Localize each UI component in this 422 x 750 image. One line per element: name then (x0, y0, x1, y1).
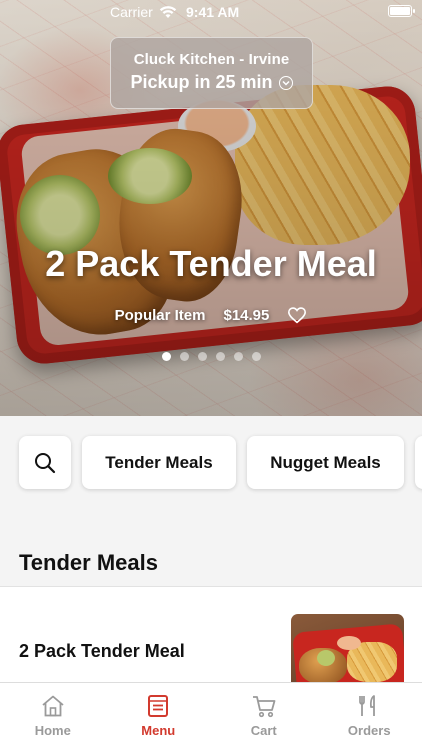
tab-orders[interactable]: Orders (317, 683, 422, 750)
category-chip-nugget-meals[interactable]: Nugget Meals (247, 436, 404, 489)
carrier-label: Carrier (110, 4, 153, 20)
search-icon (35, 452, 56, 473)
category-bar[interactable]: Tender Meals Nugget Meals (0, 416, 422, 546)
chevron-down-icon (278, 75, 293, 90)
carousel-indicator[interactable] (0, 352, 422, 361)
tab-orders-label: Orders (347, 723, 391, 738)
tab-bar[interactable]: Home Menu Cart Orders (0, 682, 422, 750)
orders-icon (359, 695, 376, 716)
pickup-label: Pickup in 25 min (130, 72, 273, 92)
menu-icon (148, 695, 169, 717)
carousel-dot[interactable] (215, 352, 225, 361)
menu-item-name: 2 Pack Tender Meal (19, 641, 185, 661)
hero-meta: Popular Item $14.95 (0, 306, 422, 324)
location-selector[interactable]: Cluck Kitchen - Irvine Pickup in 25 min (110, 37, 313, 109)
tab-home-label: Home (34, 723, 71, 738)
tab-cart-label: Cart (250, 723, 277, 738)
tab-cart[interactable]: Cart (211, 683, 317, 750)
carousel-dot[interactable] (161, 352, 171, 361)
hero-title: 2 Pack Tender Meal (45, 243, 377, 284)
battery-icon (388, 5, 415, 17)
location-name: Cluck Kitchen - Irvine (133, 51, 290, 68)
home-icon (42, 695, 64, 717)
tab-menu-label: Menu (141, 723, 176, 738)
carousel-dot[interactable] (233, 352, 243, 361)
hero-tag: Popular Item (114, 306, 206, 324)
status-time: 9:41 AM (186, 4, 240, 20)
wifi-icon (159, 5, 176, 18)
favorite-heart-icon[interactable] (287, 306, 307, 324)
carousel-dot[interactable] (197, 352, 207, 361)
section-title: Tender Meals (19, 550, 158, 575)
carousel-dot[interactable] (251, 352, 261, 361)
search-button[interactable] (19, 436, 71, 489)
cart-icon (252, 696, 276, 718)
tab-home[interactable]: Home (0, 683, 106, 750)
category-chip-more[interactable] (415, 436, 422, 489)
tab-menu[interactable]: Menu (106, 683, 212, 750)
hero-price: $14.95 (223, 306, 270, 324)
menu-item-card[interactable]: 2 Pack Tender Meal (0, 587, 422, 697)
pickup-time: Pickup in 25 min (111, 72, 312, 93)
carrier-indicator: Carrier (110, 4, 177, 20)
carousel-dot[interactable] (179, 352, 189, 361)
status-bar: Carrier 9:41 AM (0, 0, 422, 24)
category-chip-tender-meals[interactable]: Tender Meals (82, 436, 236, 489)
